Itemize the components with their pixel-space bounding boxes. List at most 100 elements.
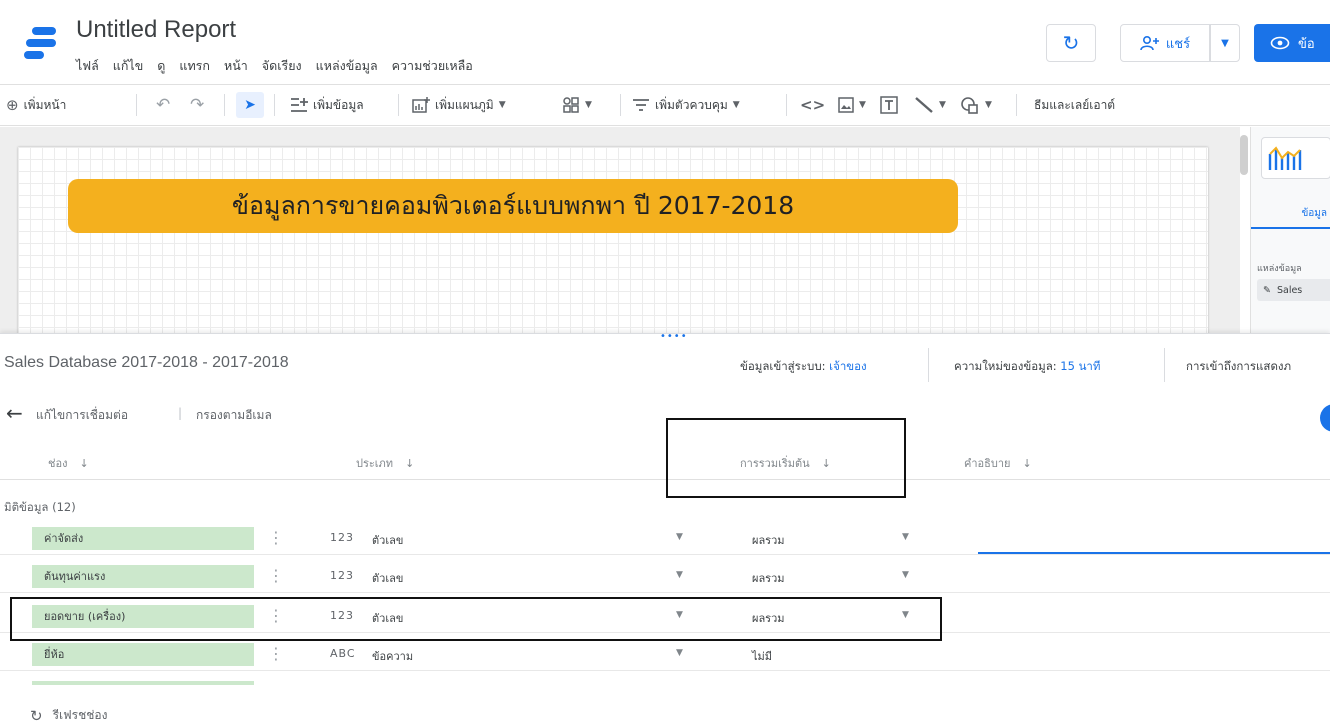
caret-down-icon[interactable]: ▼ xyxy=(902,570,909,580)
data-source-title[interactable]: Sales Database 2017-2018 - 2017-2018 xyxy=(4,354,289,372)
view-label: ข้อ xyxy=(1298,36,1315,52)
type-dropdown[interactable]: ข้อความ xyxy=(372,647,413,665)
table-row xyxy=(0,678,1330,685)
caret-down-icon: ▼ xyxy=(985,100,992,110)
column-header-description[interactable]: คำอธิบาย ↓ xyxy=(964,454,1032,472)
caret-down-icon[interactable]: ▼ xyxy=(676,570,683,580)
add-page-button[interactable]: ⊕ เพิ่มหน้า xyxy=(6,85,66,125)
add-person-icon xyxy=(1140,35,1159,51)
caret-down-icon: ▼ xyxy=(1221,37,1229,49)
menu-file[interactable]: ไฟล์ xyxy=(76,56,99,76)
add-data-button[interactable]: เพิ่มข้อมูล xyxy=(290,85,364,125)
menu-help[interactable]: ความช่วยเหลือ xyxy=(392,56,473,76)
credentials-info[interactable]: ข้อมูลเข้าสู่ระบบ: เจ้าของ xyxy=(740,358,867,376)
aggregation-dropdown[interactable]: ผลรวม xyxy=(752,569,785,587)
report-access-info[interactable]: การเข้าถึงการแสดงภ xyxy=(1186,358,1291,376)
caret-down-icon[interactable]: ▼ xyxy=(676,532,683,542)
toolbar-divider xyxy=(620,94,621,116)
caret-down-icon[interactable]: ▼ xyxy=(676,648,683,658)
add-field-button[interactable] xyxy=(1320,404,1330,432)
select-tool-button[interactable]: ➤ xyxy=(236,92,264,118)
data-source-editor: •••• Sales Database 2017-2018 - 2017-201… xyxy=(0,331,1330,726)
add-data-label: เพิ่มข้อมูล xyxy=(313,97,364,112)
text-box-button[interactable] xyxy=(880,85,898,125)
table-row: ยี่ห้อ ⋮ ABC ข้อความ ▼ ไม่มี xyxy=(0,640,1330,671)
meta-divider xyxy=(928,348,929,382)
more-vert-icon[interactable]: ⋮ xyxy=(268,567,284,585)
data-source-chip[interactable]: ✎ Sales xyxy=(1257,279,1330,301)
menu-resource[interactable]: แหล่งข้อมูล xyxy=(316,56,378,76)
menu-view[interactable]: ดู xyxy=(157,56,165,76)
meta-divider xyxy=(1164,348,1165,382)
menu-insert[interactable]: แทรก xyxy=(179,56,210,76)
field-name[interactable]: ต้นทุนค่าแรง xyxy=(32,565,254,588)
undo-button[interactable]: ↶ xyxy=(156,85,170,125)
redo-button[interactable]: ↷ xyxy=(190,85,204,125)
refresh-icon: ↻ xyxy=(1062,31,1080,55)
column-header-type[interactable]: ประเภท ↓ xyxy=(356,454,414,472)
table-row: ค่าจัดส่ง ⋮ 123 ตัวเลข ▼ ผลรวม ▼ xyxy=(0,524,1330,555)
report-page[interactable]: ข้อมูลการขายคอมพิวเตอร์แบบพกพา ปี 2017-2… xyxy=(18,147,1208,333)
resize-handle[interactable]: •••• xyxy=(660,331,688,342)
aggregation-dropdown[interactable]: ไม่มี xyxy=(752,647,772,665)
image-button[interactable]: ▼ xyxy=(838,85,866,125)
community-visualizations-icon xyxy=(563,97,579,113)
freshness-info[interactable]: ความใหม่ของข้อมูล: 15 นาที xyxy=(954,358,1100,376)
report-access-label: การเข้าถึงการแสดงภ xyxy=(1186,359,1292,373)
embed-url-button[interactable]: <> xyxy=(800,85,825,125)
description-input[interactable] xyxy=(978,552,1330,554)
undo-icon: ↶ xyxy=(156,95,171,115)
theme-layout-button[interactable]: ธีมและเลย์เอาต์ xyxy=(1034,85,1115,125)
more-vert-icon[interactable]: ⋮ xyxy=(268,645,284,663)
field-name[interactable]: ยี่ห้อ xyxy=(32,643,254,666)
filter-by-email-link[interactable]: กรองตามอีเมล xyxy=(196,406,272,425)
field-name[interactable] xyxy=(32,681,254,685)
number-type-icon: 123 xyxy=(330,531,354,544)
field-name[interactable]: ค่าจัดส่ง xyxy=(32,527,254,550)
type-dropdown[interactable]: ตัวเลข xyxy=(372,531,403,549)
caret-down-icon[interactable]: ▼ xyxy=(902,532,909,542)
menu-bar: ไฟล์ แก้ไข ดู แทรก หน้า จัดเรียง แหล่งข้… xyxy=(76,56,473,76)
menu-arrange[interactable]: จัดเรียง xyxy=(262,56,302,76)
column-description-label: คำอธิบาย xyxy=(964,457,1011,470)
freshness-value[interactable]: 15 นาที xyxy=(1060,359,1100,373)
freshness-label: ความใหม่ของข้อมูล: xyxy=(954,359,1057,373)
refresh-data-button[interactable]: ↻ xyxy=(1046,24,1096,62)
shape-button[interactable]: ▼ xyxy=(960,85,992,125)
canvas-scrollbar[interactable] xyxy=(1240,135,1248,175)
view-button[interactable]: ข้อ xyxy=(1254,24,1330,62)
share-dropdown-button[interactable]: ▼ xyxy=(1210,24,1240,62)
back-arrow-icon[interactable]: ← xyxy=(6,401,23,425)
aggregation-dropdown[interactable]: ผลรวม xyxy=(752,531,785,549)
more-vert-icon[interactable]: ⋮ xyxy=(268,529,284,547)
theme-layout-label: ธีมและเลย์เอาต์ xyxy=(1034,97,1116,112)
data-studio-logo-icon[interactable] xyxy=(22,24,60,62)
pencil-icon[interactable]: ✎ xyxy=(1263,285,1271,296)
text-box-icon xyxy=(880,96,898,114)
add-control-button[interactable]: เพิ่มตัวควบคุม ▼ xyxy=(632,85,740,125)
add-chart-button[interactable]: เพิ่มแผนภูมิ ▼ xyxy=(412,85,506,125)
add-chart-label: เพิ่มแผนภูมิ xyxy=(435,97,494,112)
menu-page[interactable]: หน้า xyxy=(224,56,248,76)
refresh-fields-button[interactable]: ↻ รีเฟรชช่อง xyxy=(30,706,107,725)
menu-edit[interactable]: แก้ไข xyxy=(113,56,143,76)
redo-icon: ↷ xyxy=(190,95,205,115)
credentials-value[interactable]: เจ้าของ xyxy=(829,359,867,373)
add-circle-icon: ⊕ xyxy=(6,96,19,114)
title-banner[interactable]: ข้อมูลการขายคอมพิวเตอร์แบบพกพา ปี 2017-2… xyxy=(68,179,958,233)
chart-type-selector[interactable] xyxy=(1261,137,1330,179)
type-dropdown[interactable]: ตัวเลข xyxy=(372,569,403,587)
caret-down-icon: ▼ xyxy=(585,100,592,110)
sort-arrow-icon: ↓ xyxy=(79,456,89,470)
cursor-arrow-icon: ➤ xyxy=(244,97,256,113)
edit-connection-link[interactable]: แก้ไขการเชื่อมต่อ xyxy=(36,406,128,425)
sort-arrow-icon: ↓ xyxy=(405,456,415,470)
report-title[interactable]: Untitled Report xyxy=(76,16,236,44)
share-button[interactable]: แชร์ xyxy=(1120,24,1210,62)
community-viz-button[interactable]: ▼ xyxy=(562,85,592,125)
caret-down-icon: ▼ xyxy=(939,100,946,110)
refresh-fields-label: รีเฟรชช่อง xyxy=(52,708,108,722)
line-button[interactable]: ▼ xyxy=(914,85,946,125)
column-header-field[interactable]: ช่อง ↓ xyxy=(48,454,89,472)
tab-data[interactable]: ข้อมูล xyxy=(1251,201,1330,229)
